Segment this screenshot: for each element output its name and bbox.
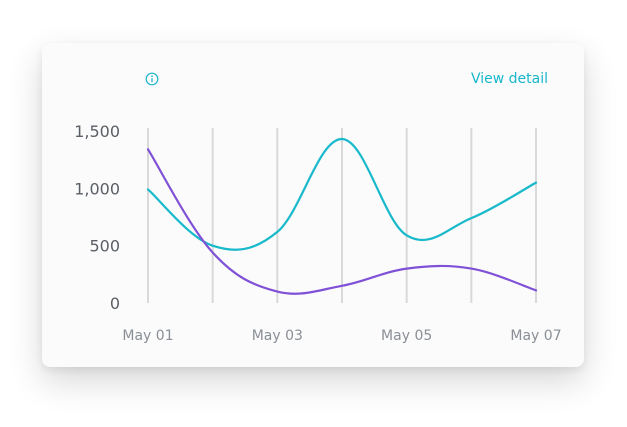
line-chart: 0 500 1,000 1,500 May 01 May 03 May 05 May 07 (74, 122, 561, 344)
x-tick-label: May 03 (252, 328, 303, 344)
y-tick-label: 500 (89, 237, 120, 256)
y-tick-label: 0 (110, 294, 120, 313)
x-axis: May 01 May 03 May 05 May 07 (122, 328, 561, 344)
y-tick-label: 1,000 (74, 179, 120, 198)
x-tick-label: May 05 (381, 328, 432, 344)
x-tick-label: May 01 (122, 328, 173, 344)
y-axis: 0 500 1,000 1,500 (74, 122, 120, 313)
y-tick-label: 1,500 (74, 122, 120, 141)
x-tick-label: May 07 (510, 328, 561, 344)
chart-card: View detail 0 500 1,000 1,500 May 01 May 03 M… (42, 43, 584, 367)
